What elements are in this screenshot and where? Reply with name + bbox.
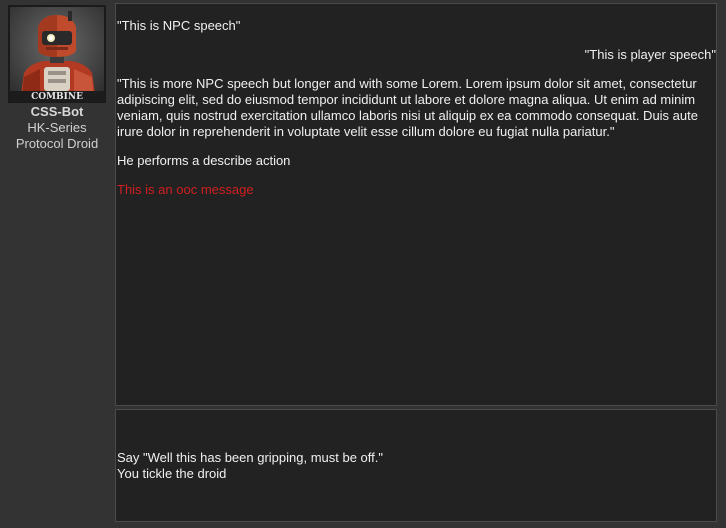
character-portrait: COMBINE bbox=[8, 5, 106, 103]
character-series: HK-Series bbox=[27, 120, 87, 135]
character-profile: COMBINE CSS-Bot HK-Series Protocol Droid bbox=[0, 0, 114, 528]
say-command-link[interactable]: Say "Well this has been gripping, must b… bbox=[117, 450, 383, 466]
robot-portrait-icon: COMBINE bbox=[10, 7, 104, 101]
tickle-command-link[interactable]: You tickle the droid bbox=[117, 466, 226, 482]
describe-action: He performs a describe action bbox=[117, 153, 291, 168]
conversation-log[interactable]: "This is NPC speech" "This is player spe… bbox=[115, 3, 717, 406]
command-panel: Say "Well this has been gripping, must b… bbox=[115, 409, 717, 522]
chat-window: COMBINE CSS-Bot HK-Series Protocol Droid… bbox=[0, 0, 726, 528]
character-role: Protocol Droid bbox=[15, 136, 99, 151]
player-speech: "This is player speech" bbox=[584, 47, 716, 62]
ooc-message: This is an ooc message bbox=[117, 182, 254, 197]
npc-speech: "This is NPC speech" bbox=[117, 18, 241, 33]
character-name: CSS-Bot bbox=[30, 104, 84, 119]
npc-speech-long: "This is more NPC speech but longer and … bbox=[117, 76, 698, 139]
portrait-badge: COMBINE bbox=[31, 92, 83, 101]
